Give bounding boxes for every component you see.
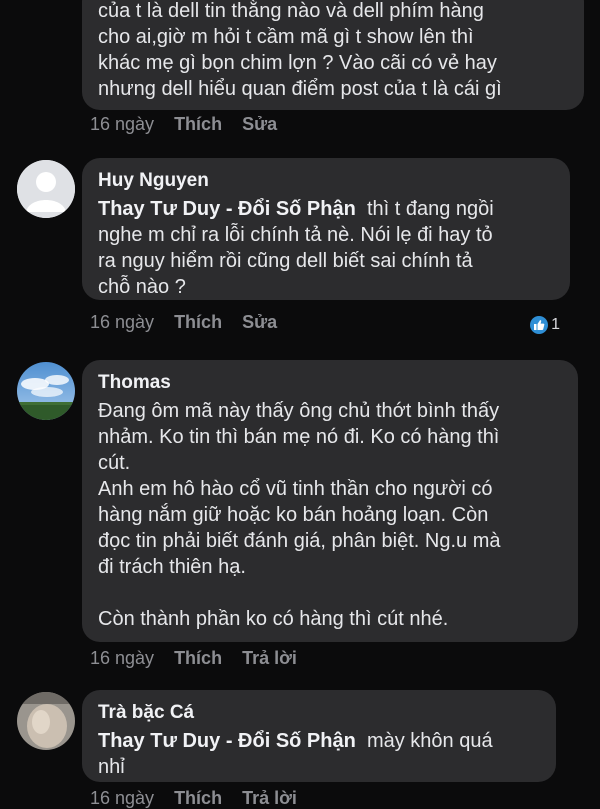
like-button[interactable]: Thích (174, 788, 222, 809)
reply-button[interactable]: Trả lời (242, 788, 297, 809)
comment-meta: 16 ngày Thích Sửa (90, 114, 277, 135)
comment-author[interactable]: Huy Nguyen (98, 168, 554, 194)
mention-link[interactable]: Thay Tư Duy - Đổi Số Phận (98, 198, 356, 220)
comment-text: của t là dell tin thằng nào và dell phím… (98, 0, 502, 100)
comment-time: 16 ngày (90, 114, 155, 134)
thumbs-up-icon (530, 316, 549, 334)
reaction-summary[interactable]: 1 (530, 316, 560, 334)
person-photo-avatar-icon (17, 692, 75, 750)
comment-text: Thay Tư Duy - Đổi Số Phận thì t đang ngồ… (98, 196, 554, 300)
comment-bubble: của t là dell tin thằng nào và dell phím… (82, 0, 584, 110)
mention-link[interactable]: Thay Tư Duy - Đổi Số Phận (98, 730, 356, 752)
comment-time: 16 ngày (90, 648, 155, 668)
comment-meta: 16 ngày Thích Trả lời (90, 788, 297, 809)
edit-button[interactable]: Sửa (242, 114, 277, 135)
like-button[interactable]: Thích (174, 648, 222, 669)
avatar[interactable] (17, 362, 75, 420)
comment-time: 16 ngày (90, 788, 155, 808)
comment-bubble: Thomas Đang ôm mã này thấy ông chủ thớt … (82, 360, 578, 642)
landscape-avatar-icon (17, 362, 75, 420)
comment-bubble: Trà bặc Cá Thay Tư Duy - Đổi Số Phận mày… (82, 690, 556, 782)
comment-text: Đang ôm mã này thấy ông chủ thớt bình th… (98, 400, 501, 630)
comment-author[interactable]: Trà bặc Cá (98, 700, 540, 726)
comment-thread: của t là dell tin thằng nào và dell phím… (0, 0, 600, 808)
comment-time: 16 ngày (90, 312, 155, 332)
comment-text: Thay Tư Duy - Đổi Số Phận mày khôn quá n… (98, 728, 540, 780)
reply-button[interactable]: Trả lời (242, 648, 297, 669)
default-avatar-icon (17, 160, 75, 218)
comment-author[interactable]: Thomas (98, 370, 562, 396)
comment-meta: 16 ngày Thích Sửa (90, 312, 277, 333)
like-button[interactable]: Thích (174, 114, 222, 135)
like-button[interactable]: Thích (174, 312, 222, 333)
edit-button[interactable]: Sửa (242, 312, 277, 333)
comment-meta: 16 ngày Thích Trả lời (90, 648, 297, 669)
comment-bubble: Huy Nguyen Thay Tư Duy - Đổi Số Phận thì… (82, 158, 570, 300)
reaction-count: 1 (551, 316, 560, 333)
avatar[interactable] (17, 692, 75, 750)
avatar[interactable] (17, 160, 75, 218)
